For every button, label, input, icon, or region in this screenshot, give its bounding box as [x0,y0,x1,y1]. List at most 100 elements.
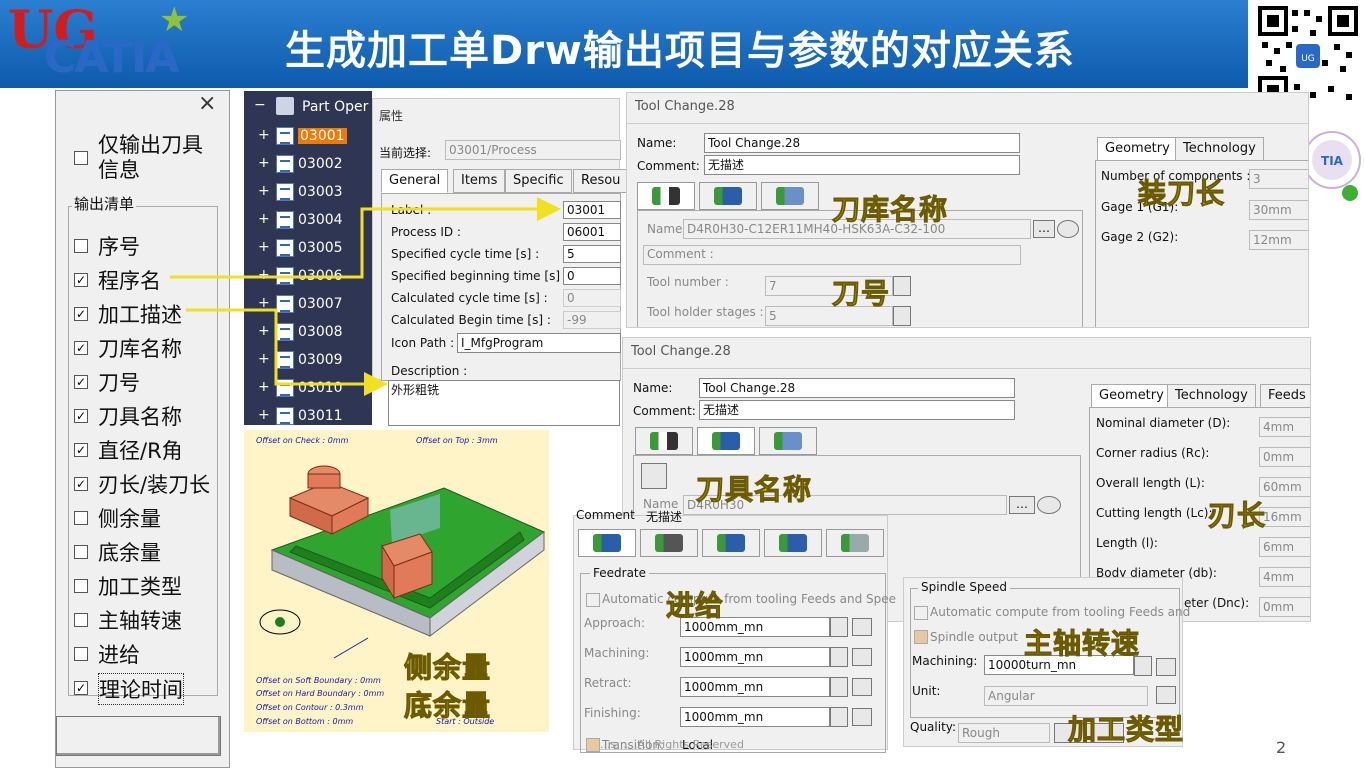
annotation-tool-library-name: 刀库名称 [831,193,949,227]
output-checkbox-9[interactable] [74,545,88,559]
tc1-holder-tab[interactable] [699,182,757,210]
output-checkbox-7[interactable]: ✓ [74,477,88,491]
feed-spinner[interactable] [830,617,848,637]
tree-root[interactable]: Part Oper [302,99,368,115]
tc2-search-icon[interactable] [1037,496,1061,514]
program-icon [276,295,294,313]
output-checkbox-1[interactable]: ✓ [74,273,88,287]
output-checkbox-0[interactable] [74,239,88,253]
feed-tab-5[interactable] [826,529,884,557]
tc1-catalog-tab[interactable] [761,182,819,210]
tree-item[interactable]: +03005 [258,237,343,259]
feed-spinner[interactable] [830,647,848,667]
spindle-unit-select[interactable]: Angular [984,686,1148,706]
tc2-holder-tab[interactable] [697,427,755,455]
feed-row-field[interactable]: 1000mm_mn [680,707,830,727]
tree-expand-icon[interactable]: + [258,184,270,198]
tc2-tab-feeds[interactable]: Feeds & [1260,384,1310,408]
close-icon[interactable]: × [198,91,216,116]
props-row-field[interactable]: 5 [563,245,621,263]
tc1-holder-stages-spinner[interactable] [893,306,911,326]
tree-expand-icon[interactable]: + [258,156,270,170]
output-checkbox-13[interactable]: ✓ [74,681,88,695]
tree-expand-icon[interactable]: + [258,240,270,254]
feed-automatic-checkbox[interactable] [586,593,600,607]
output-checkbox-10[interactable] [74,579,88,593]
props-row-field[interactable]: 06001 [563,223,621,241]
props-row-field: -99 [563,311,621,329]
output-checkbox-6[interactable]: ✓ [74,443,88,457]
spindle-unit-icon[interactable] [1156,686,1176,704]
feed-spinner[interactable] [830,677,848,697]
props-tab[interactable]: Specific [505,169,572,193]
tree-expand-icon[interactable]: + [258,408,270,422]
tc2-catalog-tab[interactable] [759,427,817,455]
output-checkbox-11[interactable] [74,613,88,627]
tree-item[interactable]: +03002 [258,153,343,175]
tree-item[interactable]: +03008 [258,321,343,343]
feed-tab-1[interactable] [578,529,636,557]
tree-expand-icon[interactable]: + [258,324,270,338]
tree-item[interactable]: +03006 [258,265,343,287]
tree-expand-icon[interactable]: + [258,352,270,366]
transition-checkbox[interactable] [586,738,600,752]
tc2-geo-field: 0mm [1259,597,1310,617]
props-row-field[interactable]: 03001 [563,201,621,219]
output-checkbox-2[interactable]: ✓ [74,307,88,321]
tc1-tab-technology[interactable]: Technology [1175,137,1264,161]
tc1-tab-geometry[interactable]: Geometry [1097,137,1178,161]
output-checkbox-5[interactable]: ✓ [74,409,88,423]
feed-formula-icon[interactable] [852,618,872,636]
tc2-name-field[interactable]: Tool Change.28 [699,378,1015,398]
tree-item[interactable]: +03007 [258,293,343,315]
props-tab[interactable]: General [381,169,449,193]
quality-select[interactable]: Rough [958,723,1050,743]
tree-item[interactable]: +03011 [258,405,343,427]
tree-expand-icon[interactable]: − [254,97,266,113]
spindle-output-checkbox[interactable] [914,630,928,644]
output-checkbox-3[interactable]: ✓ [74,341,88,355]
feed-spinner[interactable] [830,707,848,727]
feed-row-field[interactable]: 1000mm_mn [680,677,830,697]
tree-expand-icon[interactable]: + [258,268,270,282]
tree-expand-icon[interactable]: + [258,296,270,310]
tc1-comment-field[interactable]: 无描述 [704,155,1020,175]
feed-formula-icon[interactable] [852,648,872,666]
description-field[interactable]: 外形粗铣 [388,380,620,426]
icon-path-field[interactable]: I_MfgProgram [457,333,621,353]
tc1-name-field[interactable]: Tool Change.28 [704,133,1020,153]
feed-row-field[interactable]: 1000mm_mn [680,647,830,667]
spindle-formula-icon[interactable] [1156,658,1176,676]
tree-item[interactable]: +03001 [258,125,347,147]
output-checkbox-12[interactable] [74,647,88,661]
spindle-automatic-checkbox[interactable] [914,606,928,620]
tc2-tab-geometry[interactable]: Geometry [1091,384,1172,408]
ok-button[interactable] [56,716,221,756]
only-tool-checkbox[interactable] [74,151,88,165]
tc2-comment-field[interactable]: 无描述 [699,400,1015,420]
props-tab[interactable]: Resou [573,169,629,193]
feed-tab-2[interactable] [640,529,698,557]
props-row-field[interactable]: 0 [563,267,621,285]
tree-expand-icon[interactable]: + [258,380,270,394]
tc1-search-icon[interactable] [1057,220,1079,238]
feed-tab-4[interactable] [764,529,822,557]
output-checkbox-8[interactable] [74,511,88,525]
tc2-browse-button[interactable]: … [1009,496,1035,514]
tree-item[interactable]: +03009 [258,349,343,371]
output-checkbox-4[interactable]: ✓ [74,375,88,389]
tree-expand-icon[interactable]: + [258,212,270,226]
tc1-tool-tab[interactable] [637,182,695,210]
tree-item[interactable]: +03004 [258,209,343,231]
feed-formula-icon[interactable] [852,678,872,696]
tc1-browse-button[interactable]: … [1033,220,1055,238]
feed-formula-icon[interactable] [852,708,872,726]
tc2-tab-technology[interactable]: Technology [1167,384,1256,408]
feed-tab-3[interactable] [702,529,760,557]
props-tab[interactable]: Items [453,169,506,193]
tree-expand-icon[interactable]: + [258,128,270,142]
tc2-tool-tab[interactable] [635,427,693,455]
tree-item[interactable]: +03010 [258,377,343,399]
tc1-tool-number-spinner[interactable] [893,276,911,296]
tree-item[interactable]: +03003 [258,181,343,203]
